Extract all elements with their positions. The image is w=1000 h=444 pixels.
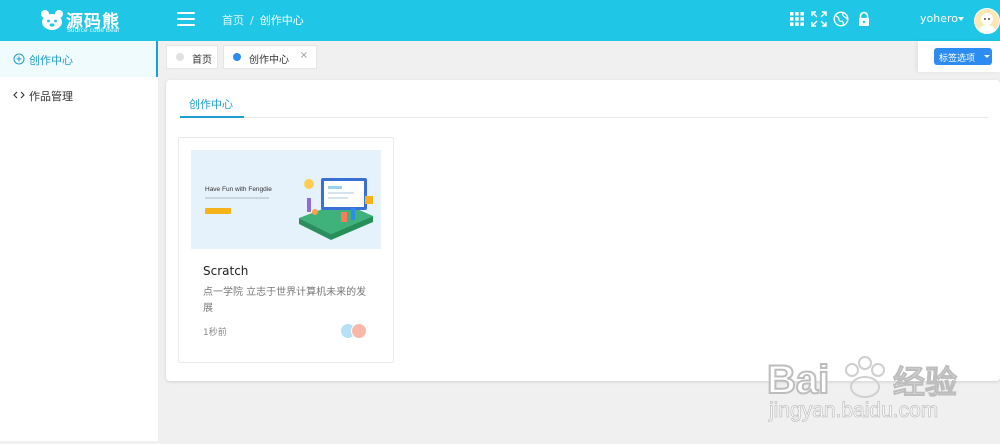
tag-options-label: 标签选项	[939, 54, 976, 64]
tab-dot-icon	[176, 53, 184, 61]
breadcrumb-separator: /	[250, 14, 254, 27]
tab-active-indicator	[180, 116, 244, 118]
tab-dot-icon	[233, 53, 241, 61]
cover-title: Have Fun with Fengdie	[205, 186, 272, 193]
tag-options-button[interactable]: 标签选项	[934, 48, 992, 65]
username[interactable]: yohero	[920, 12, 958, 25]
circle-plus-icon	[13, 53, 25, 65]
baidu-watermark: Bai 经验 jingyan.baidu.com	[765, 335, 1000, 441]
lock-icon[interactable]	[856, 11, 872, 27]
project-cover-image: Have Fun with Fengdie	[191, 150, 381, 249]
tab-home[interactable]: 首页	[166, 45, 218, 69]
close-icon[interactable]: ×	[300, 50, 308, 61]
tab-divider	[180, 117, 988, 118]
avatar[interactable]	[974, 8, 1000, 34]
tab-label: 首页	[192, 55, 212, 66]
tab-label: 创作中心	[249, 55, 289, 66]
project-description: 点一学院 立志于世界计算机未来的发展	[203, 287, 367, 314]
avatar-image-icon	[975, 9, 999, 33]
fullscreen-icon[interactable]	[811, 11, 827, 27]
project-timestamp: 1秒前	[203, 328, 227, 338]
watermark-brand-cn: 经验	[893, 363, 957, 401]
sidebar-item-label: 创作中心	[29, 54, 73, 67]
breadcrumb: 首页 / 创作中心	[222, 12, 304, 28]
chevron-down-icon[interactable]	[958, 17, 964, 21]
logo-subtitle: Source code Bear	[67, 27, 120, 34]
cover-illustration-icon: Have Fun with Fengdie	[191, 150, 381, 249]
top-header: 源码熊 Source code Bear 首页 / 创作中心 yohero	[0, 0, 1000, 41]
project-card[interactable]: Have Fun with Fengdie Scratch 点一学院 立志于世界…	[178, 137, 394, 363]
project-title: Scratch	[203, 264, 249, 278]
breadcrumb-current: 创作中心	[259, 14, 304, 27]
globe-icon[interactable]	[833, 11, 849, 27]
baidu-logo-icon: Bai 经验 jingyan.baidu.com	[766, 356, 958, 422]
menu-toggle-icon[interactable]	[177, 12, 195, 26]
watermark-brand: Bai	[767, 358, 829, 402]
code-icon	[13, 91, 25, 99]
sidebar-item-creation-center[interactable]: 创作中心	[0, 41, 158, 77]
grid-icon[interactable]	[789, 11, 805, 27]
chevron-down-icon	[984, 55, 990, 58]
avatar	[351, 323, 367, 339]
tags-nav: 首页 创作中心 ×	[160, 41, 1000, 73]
tab-creation-center[interactable]: 创作中心 ×	[223, 45, 317, 69]
tag-options-area: 标签选项	[918, 41, 1000, 72]
sidebar-item-label: 作品管理	[29, 90, 73, 103]
watermark-url: jingyan.baidu.com	[768, 399, 938, 422]
bear-logo-icon	[41, 10, 63, 30]
sidebar: 创作中心 作品管理	[0, 41, 158, 441]
breadcrumb-home[interactable]: 首页	[222, 14, 244, 27]
panel-tab-label: 创作中心	[189, 98, 233, 111]
logo[interactable]: 源码熊 Source code Bear	[40, 6, 150, 36]
sidebar-item-works-management[interactable]: 作品管理	[0, 77, 158, 113]
